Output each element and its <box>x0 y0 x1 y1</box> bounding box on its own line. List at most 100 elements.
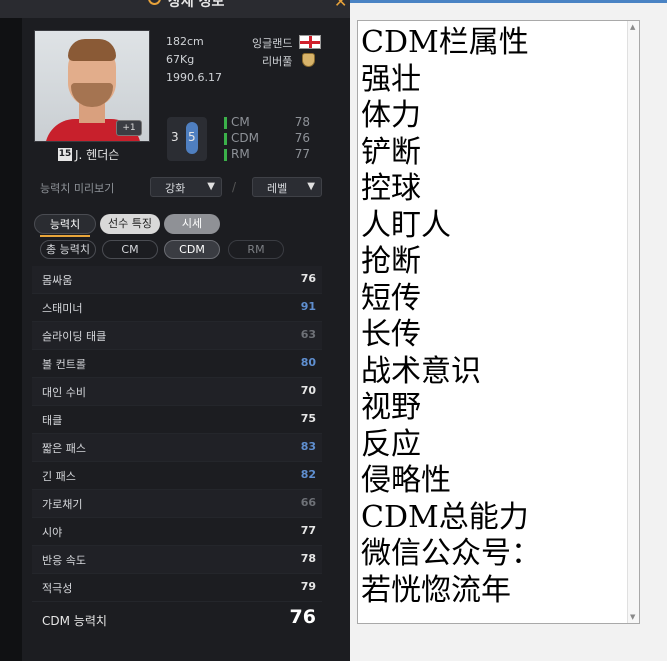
stat-row: 볼 컨트롤 80 <box>32 350 322 378</box>
right-foot-value: 5 <box>188 130 196 144</box>
stat-row: 반응 속도 78 <box>32 546 322 574</box>
stat-value: 76 <box>300 272 316 285</box>
tab-player-traits[interactable]: 선수 특징 <box>100 214 160 234</box>
filter-chip-cdm[interactable]: CDM <box>164 240 220 259</box>
stat-name: 긴 패스 <box>42 470 76 483</box>
stat-name: 짧은 패스 <box>42 442 86 455</box>
position-rating-cdm: CDM 76 <box>224 131 310 147</box>
text-line: 铲断 <box>361 134 421 170</box>
dropdown-separator: / <box>232 180 237 194</box>
player-detail-panel: 상세 정보 ✕ +1 15 J. 헨더슨 182cm 67Kg 1990.6.1… <box>0 0 350 661</box>
total-rating-row: CDM 능력치 76 <box>32 604 322 634</box>
text-line: CDM栏属性 <box>361 25 529 60</box>
scroll-up-arrow-icon[interactable]: ▲ <box>630 23 635 31</box>
player-name: J. 헨더슨 <box>75 148 120 162</box>
text-line: 长传 <box>361 317 421 352</box>
text-line: CDM总能力 <box>361 499 529 535</box>
stat-row: 긴 패스 82 <box>32 462 322 490</box>
position-rating-cm: CM 78 <box>224 115 310 131</box>
stat-value: 63 <box>300 328 316 341</box>
panel-titlebar: 상세 정보 ✕ <box>0 0 350 18</box>
enhance-level-badge: +1 <box>116 120 142 136</box>
level-dropdown-label: 레벨 <box>267 182 288 195</box>
enhance-dropdown-label: 강화 <box>165 182 186 195</box>
stat-preview-label: 능력치 미리보기 <box>40 182 115 195</box>
stat-row: 몸싸움 76 <box>32 266 322 294</box>
stat-value: 78 <box>300 552 316 565</box>
player-height: 182cm <box>166 35 204 48</box>
stat-name: 대인 수비 <box>42 386 86 399</box>
stat-row: 스태미너 91 <box>32 294 322 322</box>
total-rating-value: 76 <box>289 606 316 628</box>
text-line: 体力 <box>361 98 421 133</box>
stat-value: 75 <box>300 412 316 425</box>
chevron-down-icon: ▼ <box>207 181 215 192</box>
position-bar <box>224 149 227 161</box>
text-area[interactable]: CDM栏属性 强壮 体力 铲断 控球 人盯人 抢断 短传 长传 战术意识 视野 … <box>357 20 640 624</box>
position-value: 78 <box>294 115 310 129</box>
player-number: 15 <box>58 148 72 161</box>
position-bar <box>224 117 227 129</box>
text-line: 抢断 <box>361 244 421 279</box>
stat-name: 슬라이딩 태클 <box>42 330 107 343</box>
player-nationality: 잉글랜드 <box>252 37 293 50</box>
active-tab-indicator <box>40 235 90 237</box>
position-label: CDM <box>231 131 259 145</box>
stat-value: 82 <box>300 468 316 481</box>
stat-value: 70 <box>300 384 316 397</box>
filter-chip-cm[interactable]: CM <box>102 240 158 259</box>
text-line: 控球 <box>361 171 421 206</box>
stat-name: 볼 컨트롤 <box>42 358 86 371</box>
search-icon <box>148 0 161 5</box>
stat-name: 적극성 <box>42 582 73 595</box>
position-rating-rm: RM 77 <box>224 147 310 163</box>
close-icon[interactable]: ✕ <box>334 0 347 11</box>
stat-row: 대인 수비 70 <box>32 378 322 406</box>
photo-hair <box>68 39 116 61</box>
player-club: 리버풀 <box>262 55 293 68</box>
player-birthdate: 1990.6.17 <box>166 71 222 84</box>
text-line: 若恍惚流年 <box>361 572 511 608</box>
total-rating-label: CDM 능력치 <box>42 614 107 628</box>
stat-value: 91 <box>300 300 316 313</box>
stat-value: 83 <box>300 440 316 453</box>
text-editor-window: CDM栏属性 强壮 体力 铲断 控球 人盯人 抢断 短传 长传 战术意识 视野 … <box>350 0 667 661</box>
position-bar <box>224 133 227 145</box>
stat-row: 적극성 79 <box>32 574 322 602</box>
text-line: 强壮 <box>361 61 421 97</box>
position-label: RM <box>231 147 250 161</box>
text-content[interactable]: CDM栏属性 强壮 体力 铲断 控球 人盯人 抢断 短传 长传 战术意识 视野 … <box>361 25 623 609</box>
tab-market-price[interactable]: 시세 <box>164 214 220 234</box>
stat-name: 반응 속도 <box>42 554 86 567</box>
text-line: 短传 <box>361 280 421 316</box>
text-line: 微信公众号： <box>361 536 541 571</box>
left-foot-value: 3 <box>171 130 179 144</box>
player-weight: 67Kg <box>166 53 195 66</box>
enhance-dropdown[interactable]: 강화 ▼ <box>150 177 222 197</box>
vertical-scrollbar[interactable]: ▲ ▼ <box>627 21 639 623</box>
text-line: 反应 <box>361 426 421 462</box>
chevron-down-icon: ▼ <box>307 181 315 192</box>
filter-chip-total[interactable]: 총 능력치 <box>40 240 96 259</box>
text-line: 侵略性 <box>361 463 451 498</box>
stat-list: 몸싸움 76 스태미너 91 슬라이딩 태클 63 볼 컨트롤 80 대인 수비 70 태… <box>32 266 322 602</box>
stat-name: 가로채기 <box>42 498 83 511</box>
stat-value: 80 <box>300 356 316 369</box>
text-line: 视野 <box>361 390 421 425</box>
england-flag-icon <box>299 35 321 49</box>
text-line: 战术意识 <box>361 353 481 389</box>
level-dropdown[interactable]: 레벨 ▼ <box>252 177 322 197</box>
filter-chip-rm[interactable]: RM <box>228 240 284 259</box>
club-crest-icon <box>302 53 315 67</box>
position-value: 76 <box>294 131 310 145</box>
stat-row: 태클 75 <box>32 406 322 434</box>
stat-name: 시야 <box>42 526 63 539</box>
panel-title: 상세 정보 <box>168 0 225 10</box>
position-value: 77 <box>294 147 310 161</box>
stat-value: 79 <box>300 580 316 593</box>
scroll-down-arrow-icon[interactable]: ▼ <box>630 613 635 621</box>
stat-row: 슬라이딩 태클 63 <box>32 322 322 350</box>
tab-stats[interactable]: 능력치 <box>34 214 96 234</box>
stat-row: 짧은 패스 83 <box>32 434 322 462</box>
stat-value: 77 <box>300 524 316 537</box>
